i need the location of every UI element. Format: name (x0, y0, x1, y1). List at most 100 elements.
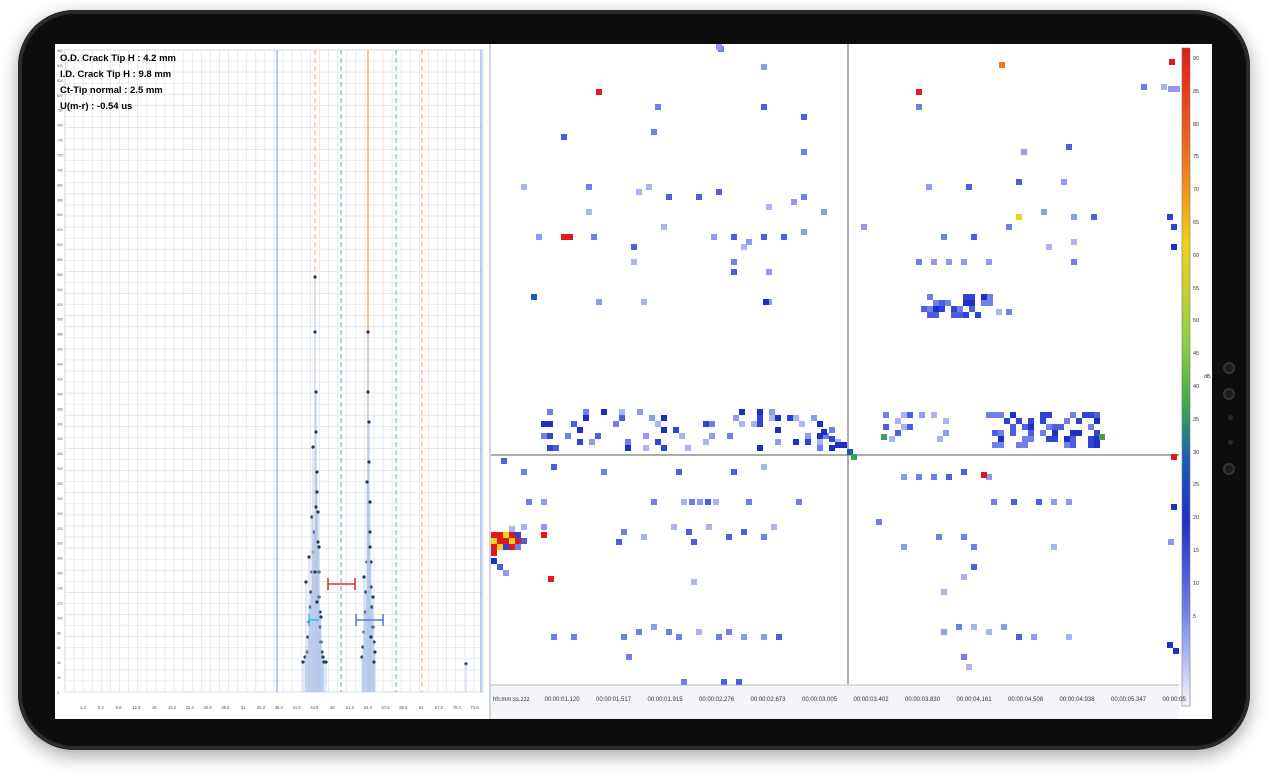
time-axis-label: 00:00:01.915 (647, 697, 683, 703)
cscan-pixel (1040, 430, 1046, 436)
y-tick-label: 700 (57, 168, 63, 172)
cscan-pixel (1010, 424, 1016, 430)
x-tick-label: 3.2 (80, 705, 86, 710)
cscan-pixel (636, 189, 642, 195)
cscan-pixel (641, 299, 647, 305)
color-scale-tick: 80 (1193, 121, 1200, 128)
cscan-pixel (621, 529, 627, 535)
x-tick-label: 54.4 (364, 705, 373, 710)
cscan-pixel (547, 421, 553, 427)
id-cluster-dot (368, 500, 372, 504)
cscan-pixel (726, 629, 732, 635)
cscan-pixel (1022, 436, 1028, 442)
time-axis-label: 00:00:04.161 (956, 697, 992, 703)
cscan-pixel (1016, 179, 1022, 185)
cscan-pixel (1071, 214, 1077, 220)
cscan-pixel (939, 300, 945, 306)
od-cluster-dot (321, 655, 325, 659)
cscan-pixel (817, 421, 823, 427)
cscan-pixel (643, 445, 649, 451)
cscan-pixel (1040, 418, 1046, 424)
time-axis-label: 00:00:02.276 (699, 697, 735, 703)
cscan-pixel (996, 309, 1002, 315)
cscan-heatmap[interactable] (491, 44, 1212, 719)
cscan-pixel (883, 412, 889, 418)
cscan-pixel (801, 229, 807, 235)
tip-diffraction-chart-panel[interactable]: 0 20 40 60 80 100 120 140 160 180 200 220 240 260 280 3… (55, 44, 491, 719)
x-tick-label: 67.2 (435, 705, 444, 710)
y-tick-label: 540 (57, 288, 63, 292)
cscan-pixel (1064, 418, 1070, 424)
y-tick-label: 560 (57, 273, 63, 277)
od-cluster-dot (313, 570, 317, 574)
cscan-pixel (1168, 86, 1174, 92)
x-tick-label: 16 (152, 705, 157, 710)
cscan-pixel (761, 464, 767, 470)
cscan-pixel (971, 624, 977, 630)
cscan-pixel (992, 412, 998, 418)
time-axis-label: 00:00:05.347 (1111, 697, 1147, 703)
cscan-pixel (586, 184, 592, 190)
cscan-pixel (963, 294, 969, 300)
cscan-pixel (541, 499, 547, 505)
cscan-pixel (696, 194, 702, 200)
cscan-pixel (769, 415, 775, 421)
cscan-pixel (651, 499, 657, 505)
cscan-pixel (971, 544, 977, 550)
x-tick-label: 9.6 (116, 705, 122, 710)
y-tick-label: 60 (57, 646, 61, 650)
cscan-pixel (685, 445, 691, 451)
cscan-pixel (1052, 436, 1058, 442)
cscan-pixel (821, 429, 827, 435)
cscan-pixel (941, 629, 947, 635)
color-scale-unit: dB (1204, 374, 1211, 380)
cscan-pixel (591, 234, 597, 240)
cscan-pixel (1028, 430, 1034, 436)
cscan-pixel (963, 300, 969, 306)
y-tick-label: 600 (57, 243, 63, 247)
cscan-panel[interactable]: hh:mm:ss.zzz 00:00:01.120 00:00:01.517 00:0… (491, 44, 1212, 719)
cscan-pixel (571, 421, 577, 427)
cscan-pixel (1088, 424, 1094, 430)
cscan-pixel (961, 574, 967, 580)
cscan-pixel (757, 445, 763, 451)
y-tick-label: 660 (57, 198, 63, 202)
cscan-pixel (1028, 418, 1034, 424)
color-scale-tick: 30 (1193, 449, 1200, 456)
id-cluster-dot (366, 330, 370, 334)
cscan-pixel (991, 499, 997, 505)
scale-edge-pixel (1169, 59, 1175, 65)
y-tick-label: 360 (57, 422, 63, 426)
cscan-pixel (951, 312, 957, 318)
x-tick-label: 44.8 (310, 705, 319, 710)
y-tick-label: 100 (57, 616, 63, 620)
cscan-pixel (551, 464, 557, 470)
cscan-pixel (946, 259, 952, 265)
cscan-pixel (1010, 430, 1016, 436)
id-cluster-dot (367, 460, 371, 464)
app-screen: 0 20 40 60 80 100 120 140 160 180 200 220 240 260 280 3… (55, 44, 1212, 719)
id-cluster-dot (369, 635, 373, 639)
tip-diffraction-chart[interactable]: 0 20 40 60 80 100 120 140 160 180 200 220 240 260 280 3… (55, 44, 491, 719)
x-tick-label: 60.8 (399, 705, 408, 710)
cscan-pixel (939, 306, 945, 312)
y-tick-label: 40 (57, 661, 61, 665)
cscan-pixel (998, 430, 1004, 436)
cscan-pixel (643, 433, 649, 439)
cscan-pixel (761, 64, 767, 70)
color-scale-tick: 35 (1193, 416, 1200, 423)
hot-blob-pixel (497, 564, 503, 570)
cscan-pixel (676, 634, 682, 640)
cscan-pixel (741, 529, 747, 535)
od-cluster-dot (313, 275, 317, 279)
cscan-pixel (927, 294, 933, 300)
hot-blob-pixel (515, 544, 521, 550)
cscan-pixel (969, 300, 975, 306)
cscan-pixel (1016, 418, 1022, 424)
cscan-pixel (1088, 436, 1094, 442)
y-tick-label: 320 (57, 452, 63, 456)
cscan-pixel (1167, 214, 1173, 220)
cscan-pixel (746, 239, 752, 245)
cscan-pixel (1022, 442, 1028, 448)
cscan-pixel (956, 624, 962, 630)
